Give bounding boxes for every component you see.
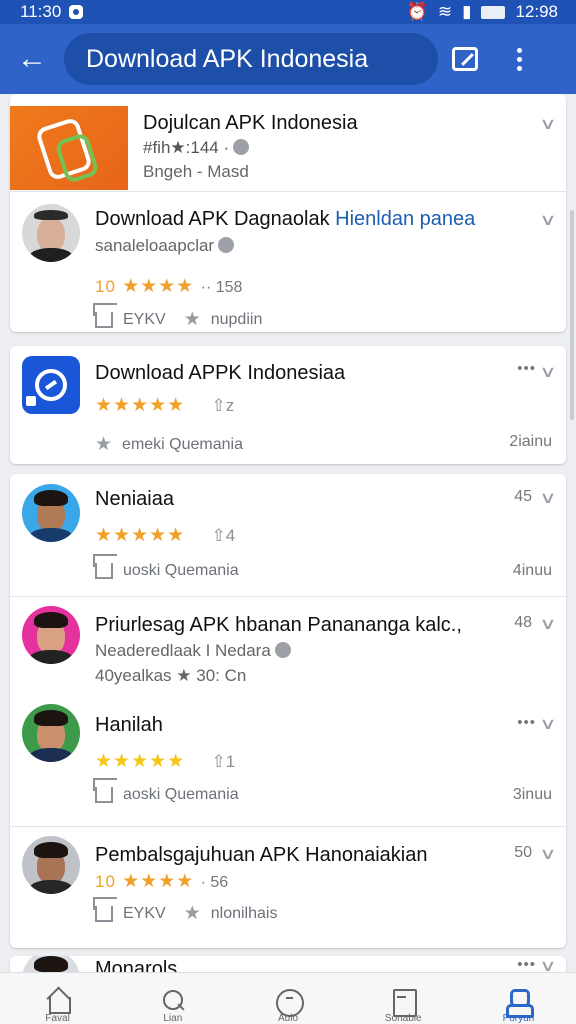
rating: ★★★★★ ⇧1	[95, 750, 235, 773]
home-icon	[44, 987, 72, 1014]
item-tag: EYKV	[123, 310, 166, 328]
avatar	[22, 704, 80, 762]
result-card-1[interactable]: Dojulcan APK Indonesia #fih★:144 · Bngeh…	[10, 94, 566, 332]
wifi-icon: ≋	[437, 2, 453, 21]
star-rating: ★★★★	[122, 871, 195, 892]
avatar	[22, 204, 80, 262]
avatar	[22, 956, 80, 972]
item-title: Monarols	[95, 958, 178, 972]
nav-profile[interactable]: Poryun	[461, 973, 576, 1024]
count-badge: 45	[514, 488, 532, 505]
item-tag: nupdiin	[210, 310, 263, 328]
chevron-down-icon[interactable]: ∨	[539, 956, 557, 972]
thumb-up-icon: ⇧z	[211, 396, 235, 415]
avatar	[22, 484, 80, 542]
chevron-down-icon[interactable]: ∨	[539, 114, 557, 134]
coin-icon	[233, 139, 250, 155]
nav-files[interactable]: Sonabie	[346, 973, 461, 1024]
rating: ★★★★★ ⇧z	[95, 394, 234, 417]
item-tag: EYKV	[123, 904, 166, 922]
item-time: 3inuu	[512, 786, 552, 803]
results-list[interactable]: Dojulcan APK Indonesia #fih★:144 · Bngeh…	[0, 94, 576, 972]
result-card-2[interactable]: Download APPK Indonesiaa ★★★★★ ⇧z ★ emek…	[10, 346, 566, 464]
coin-icon	[274, 642, 291, 658]
alarm-icon: ⏰	[406, 2, 428, 21]
thumb-up-icon: ⇧4	[211, 526, 236, 545]
nav-search[interactable]: Lian	[115, 973, 230, 1024]
chevron-down-icon[interactable]: ∨	[539, 844, 557, 864]
user-icon	[504, 987, 535, 1018]
item-subtitle: sanaleloaapclar	[95, 236, 215, 255]
item-tag: aoski Quemania	[123, 786, 239, 803]
rating: ★★★★★ ⇧4	[95, 524, 235, 547]
item-time: 2iainu	[509, 433, 552, 450]
nav-home[interactable]: Faval	[0, 973, 115, 1024]
notification-icon	[69, 5, 84, 19]
star-rating: ★★★★★	[95, 395, 186, 416]
star-rating: ★★★★	[122, 276, 195, 297]
chevron-down-icon[interactable]: ∨	[539, 488, 557, 508]
chevron-down-icon[interactable]: ∨	[539, 362, 557, 382]
item-title: Download APK Dagnaolak Hienldan panea	[95, 208, 476, 230]
search-icon	[159, 987, 187, 1011]
status-clock-right: 12:98	[515, 2, 558, 21]
star-icon: ★	[183, 309, 201, 330]
count-badge: 50	[514, 844, 532, 861]
signal-icon: ▮	[462, 2, 472, 21]
home-outline-icon	[95, 905, 113, 922]
nav-history[interactable]: Aulo	[230, 973, 345, 1024]
clock-icon	[274, 987, 304, 1017]
edit-icon[interactable]	[438, 24, 492, 94]
item-tag: uoski Quemania	[123, 562, 239, 579]
star-rating: ★★★★★	[95, 525, 186, 546]
item-title: Priurlesag APK hbanan Panananga kalc.,	[95, 614, 462, 636]
item-meta: 40yealkas ★ 30: Cn	[95, 666, 247, 685]
more-horiz-icon[interactable]: •••	[517, 360, 536, 377]
item-title: Pembalsgajuhuan APK Hanonaiakian	[95, 844, 428, 866]
bottom-nav: Faval Lian Aulo Sonabie Poryun	[0, 972, 576, 1024]
item-tag: emeki Quemania	[122, 435, 243, 453]
chevron-down-icon[interactable]: ∨	[539, 614, 557, 634]
avatar	[22, 606, 80, 664]
star-icon: ★	[95, 434, 113, 455]
arrow-left-icon[interactable]: ←	[0, 24, 64, 94]
rating: 10 ★★★★ ·· 158	[95, 276, 243, 297]
home-outline-icon	[95, 563, 113, 579]
result-card-4[interactable]: Monarols ••• ∨	[10, 956, 566, 972]
item-title: Neniaiaa	[95, 488, 174, 510]
item-time: 4inuu	[512, 562, 552, 579]
home-outline-icon	[95, 311, 113, 328]
item-title: Download APPK Indonesiaa	[95, 362, 346, 384]
more-horiz-icon[interactable]: •••	[517, 956, 536, 972]
coin-icon	[218, 237, 235, 253]
chevron-down-icon[interactable]: ∨	[539, 210, 557, 230]
scrollbar[interactable]	[570, 210, 574, 420]
search-field[interactable]: Download APK Indonesia	[64, 33, 438, 85]
rating: 10 ★★★★ · 56	[95, 871, 229, 892]
result-card-3[interactable]: Neniaiaa ★★★★★ ⇧4 uoski Quemania 45 ∨ 4i…	[10, 474, 566, 948]
star-icon: ★	[183, 903, 201, 924]
more-horiz-icon[interactable]: •••	[517, 714, 536, 731]
app-icon	[22, 356, 80, 414]
home-outline-icon	[95, 787, 113, 803]
app-icon	[10, 106, 128, 190]
item-subtitle: Bngeh - Masd	[143, 162, 249, 181]
item-title: Hanilah	[95, 714, 163, 736]
star-rating: ★★★★★	[95, 751, 186, 772]
status-bar: 11:30 ⏰ ≋ ▮ 12:98	[0, 0, 576, 24]
item-tag: nlonilhais	[210, 904, 278, 922]
more-vert-icon[interactable]	[492, 24, 546, 94]
item-subtitle: Neaderedlaak I Nedara	[95, 641, 271, 660]
item-meta: #fih★:144 ·	[143, 138, 230, 157]
count-badge: 48	[514, 614, 532, 631]
avatar	[22, 836, 80, 894]
status-time: 11:30	[20, 2, 62, 21]
battery-icon	[481, 5, 506, 19]
item-title: Dojulcan APK Indonesia	[143, 112, 358, 134]
app-bar: ← Download APK Indonesia	[0, 24, 576, 94]
thumb-up-icon: ⇧1	[211, 752, 236, 771]
chevron-down-icon[interactable]: ∨	[539, 714, 557, 734]
file-icon	[389, 987, 418, 1017]
